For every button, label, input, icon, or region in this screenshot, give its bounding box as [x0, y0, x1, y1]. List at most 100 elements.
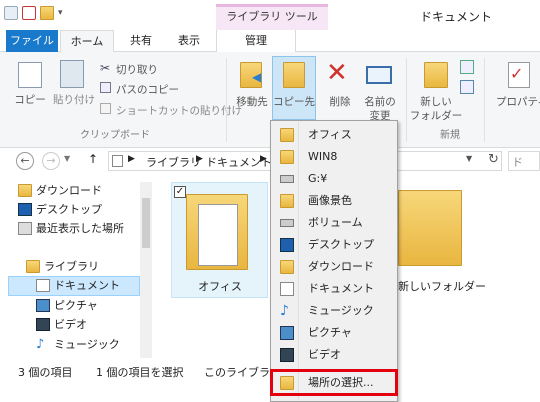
ribbon-separator [484, 58, 485, 142]
forward-button[interactable]: → [42, 152, 60, 170]
item-count: 3 個の項目 [18, 366, 73, 379]
check-icon[interactable] [22, 6, 36, 20]
menu-item-label: ボリューム [308, 216, 363, 229]
breadcrumb-separator-icon[interactable]: ▶ [196, 154, 203, 164]
properties-button[interactable]: プロパティ [496, 94, 540, 109]
pictures-icon [280, 326, 294, 340]
up-button[interactable]: ↑ [88, 152, 98, 166]
tree-item-desktop[interactable]: デスクトップ [18, 201, 102, 219]
new-group-label: 新規 [440, 130, 460, 141]
copy-to-button[interactable]: コピー先 [272, 94, 316, 109]
videos-icon [280, 348, 294, 362]
menu-item-drive-g[interactable]: G:¥ [272, 168, 396, 190]
properties-icon[interactable] [4, 6, 18, 20]
new-item-icon[interactable] [460, 60, 474, 74]
downloads-icon [280, 260, 294, 274]
cut-button[interactable]: 切り取り [116, 62, 158, 77]
tree-item-pictures[interactable]: ピクチャ [36, 297, 98, 315]
recent-locations-icon[interactable]: ▼ [64, 154, 70, 163]
folder-icon [280, 128, 294, 142]
highlight-box [270, 369, 398, 396]
desktop-icon [280, 238, 294, 252]
paste-shortcut-button[interactable]: ショートカットの貼り付け [116, 103, 242, 118]
paste-shortcut-icon [100, 103, 111, 114]
window-title: ドキュメント [420, 10, 493, 24]
menu-item-volume[interactable]: ボリューム [272, 212, 396, 234]
checkbox-icon[interactable]: ✓ [174, 186, 186, 198]
tree-item-label: ドキュメント [54, 279, 120, 292]
desktop-icon [18, 203, 32, 216]
address-dropdown-icon[interactable]: ▼ [466, 154, 472, 163]
music-icon: ♪ [280, 303, 289, 319]
new-folder-button-line2[interactable]: フォルダー [408, 108, 464, 123]
tree-item-label: 最近表示した場所 [36, 222, 124, 235]
menu-item-downloads[interactable]: ダウンロード [272, 256, 396, 278]
scrollbar-thumb[interactable] [142, 198, 150, 248]
tree-item-videos[interactable]: ビデオ [36, 316, 87, 334]
delete-button[interactable]: 削除 [322, 94, 358, 109]
back-button[interactable]: ← [16, 152, 34, 170]
menu-item-label: ピクチャ [308, 326, 352, 339]
menu-item-videos[interactable]: ビデオ [272, 344, 396, 366]
breadcrumb-separator-icon[interactable]: ▶ [260, 154, 267, 164]
tree-item-libraries[interactable]: ライブラリ [26, 258, 99, 276]
rename-button-line1[interactable]: 名前の [360, 94, 400, 109]
new-folder-button-line1[interactable]: 新しい [414, 94, 458, 109]
copy-button[interactable]: コピー [10, 92, 50, 107]
selected-count: 1 個の項目を選択 [96, 366, 184, 379]
pictures-icon [36, 299, 50, 312]
breadcrumb-library[interactable]: ライブラリ [146, 154, 201, 170]
tab-manage[interactable]: 管理 [216, 30, 296, 52]
menu-item-pictures[interactable]: ピクチャ [272, 322, 396, 344]
tab-share[interactable]: 共有 [120, 30, 162, 52]
explorer-window: ▾ ライブラリ ツール ドキュメント ファイル ホーム 共有 表示 管理 コピー… [0, 0, 540, 402]
menu-item-scenery[interactable]: 画像景色 [272, 190, 396, 212]
menu-item-label: 画像景色 [308, 194, 352, 207]
menu-item-music[interactable]: ♪ ミュージック [272, 300, 396, 322]
paste-button[interactable]: 貼り付け [50, 92, 98, 107]
scissors-icon: ✂ [100, 61, 111, 75]
menu-item-documents[interactable]: ドキュメント [272, 278, 396, 300]
delete-icon: ✕ [326, 58, 348, 88]
tree-item-label: ピクチャ [54, 299, 98, 312]
drive-icon [280, 219, 294, 227]
tab-file[interactable]: ファイル [6, 30, 58, 52]
tree-item-documents[interactable]: ドキュメント [36, 277, 120, 295]
tree-item-recent[interactable]: 最近表示した場所 [18, 220, 124, 238]
documents-icon [36, 279, 50, 292]
arrow-left-icon: ◀ [252, 70, 262, 84]
rename-icon [366, 66, 392, 84]
menu-item-office[interactable]: オフィス [272, 124, 396, 146]
menu-item-label: デスクトップ [308, 238, 374, 251]
search-placeholder: ド [512, 156, 523, 169]
move-to-button[interactable]: 移動先 [230, 94, 274, 109]
quick-access-toolbar: ▾ [4, 6, 63, 20]
context-tab-header: ライブラリ ツール [216, 4, 328, 30]
refresh-icon[interactable]: ↻ [488, 152, 499, 167]
breadcrumb-separator-icon[interactable]: ▶ [128, 154, 135, 164]
library-icon [112, 155, 123, 167]
copy-path-button[interactable]: パスのコピー [116, 82, 179, 97]
chevron-down-icon[interactable]: ▾ [58, 8, 63, 18]
clipboard-group-label: クリップボード [80, 130, 150, 141]
tree-item-downloads[interactable]: ダウンロード [18, 182, 102, 200]
easy-access-icon[interactable] [460, 80, 474, 94]
menu-item-label: ミュージック [308, 304, 374, 317]
menu-item-label: ダウンロード [308, 260, 374, 273]
tab-home[interactable]: ホーム [60, 30, 114, 53]
videos-icon [36, 318, 50, 331]
new-folder-icon[interactable] [40, 6, 54, 20]
copy-path-icon [100, 82, 111, 93]
document-thumbnail-icon [198, 204, 238, 266]
tree-item-music[interactable]: ♪ ミュージック [36, 336, 120, 354]
check-icon: ✓ [510, 64, 524, 83]
ribbon-separator [226, 58, 227, 142]
tab-view[interactable]: 表示 [168, 30, 210, 52]
folder-label-newfolder[interactable]: 新しいフォルダー [394, 278, 490, 294]
menu-item-win8[interactable]: WIN8 [272, 146, 396, 168]
ribbon-separator [406, 58, 407, 142]
music-icon: ♪ [36, 337, 45, 352]
menu-item-label: ドキュメント [308, 282, 374, 295]
drive-icon [280, 175, 294, 183]
menu-item-desktop[interactable]: デスクトップ [272, 234, 396, 256]
